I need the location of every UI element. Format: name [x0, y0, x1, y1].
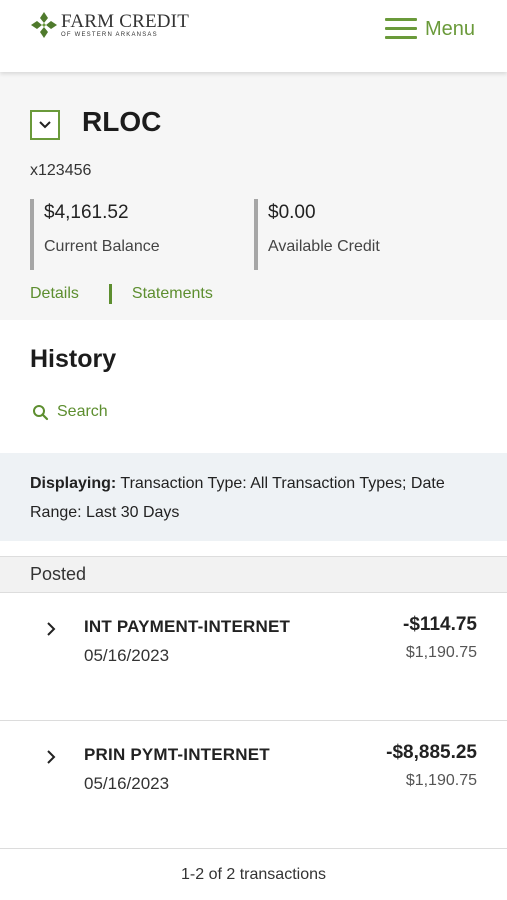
search-icon — [33, 404, 49, 420]
current-balance-label: Current Balance — [44, 238, 160, 255]
search-label: Search — [57, 403, 108, 420]
search-link[interactable]: Search — [32, 403, 108, 421]
transaction-date: 05/16/2023 — [84, 774, 170, 793]
transaction-amount: -$114.75 — [403, 614, 477, 635]
current-balance-block: $4,161.52 Current Balance — [30, 199, 160, 270]
hamburger-icon — [384, 18, 417, 40]
link-divider — [108, 284, 112, 304]
history-title: History — [30, 345, 117, 373]
available-credit-value: $0.00 — [268, 202, 316, 223]
logo-brand-sub: of Western Arkansas — [61, 31, 158, 38]
account-summary: RLOC x123456 $4,161.52 Current Balance $… — [0, 72, 507, 320]
transaction-date: 05/16/2023 — [84, 646, 170, 665]
farm-credit-leaf-icon — [31, 12, 57, 38]
menu-label: Menu — [424, 17, 475, 40]
statements-link[interactable]: Statements — [132, 285, 213, 303]
transaction-balance: $1,190.75 — [405, 644, 477, 661]
available-credit-label: Available Credit — [268, 238, 380, 255]
transaction-amount: -$8,885.25 — [386, 742, 477, 763]
transaction-description: INT PAYMENT-INTERNET — [84, 617, 291, 636]
chevron-right-icon — [47, 750, 56, 764]
logo-brand-name: Farm Credit — [61, 10, 190, 32]
transaction-balance: $1,190.75 — [405, 772, 477, 789]
app-header: Farm Credit of Western Arkansas Menu — [0, 0, 507, 72]
pagination-summary: 1-2 of 2 transactions — [181, 866, 326, 883]
menu-button[interactable]: Menu — [384, 14, 475, 44]
posted-section-header: Posted — [0, 556, 507, 593]
farm-credit-logo[interactable]: Farm Credit of Western Arkansas — [30, 10, 189, 40]
transaction-row[interactable]: INT PAYMENT-INTERNET 05/16/2023 -$114.75… — [0, 593, 507, 721]
account-number: x123456 — [30, 162, 92, 179]
filter-summary: Displaying: Transaction Type: All Transa… — [0, 453, 507, 541]
chevron-down-icon — [39, 121, 51, 129]
available-credit-block: $0.00 Available Credit — [254, 199, 380, 270]
account-name: RLOC — [82, 106, 162, 137]
logo-text: Farm Credit of Western Arkansas — [61, 12, 189, 39]
filter-prefix: Displaying: — [30, 475, 117, 492]
transaction-description: PRIN PYMT-INTERNET — [84, 745, 270, 764]
chevron-right-icon — [47, 622, 56, 636]
account-links: Details Statements — [30, 284, 213, 304]
details-link[interactable]: Details — [30, 285, 79, 303]
current-balance-value: $4,161.52 — [44, 202, 129, 223]
transaction-row[interactable]: PRIN PYMT-INTERNET 05/16/2023 -$8,885.25… — [0, 721, 507, 849]
account-toggle-button[interactable] — [30, 110, 60, 140]
